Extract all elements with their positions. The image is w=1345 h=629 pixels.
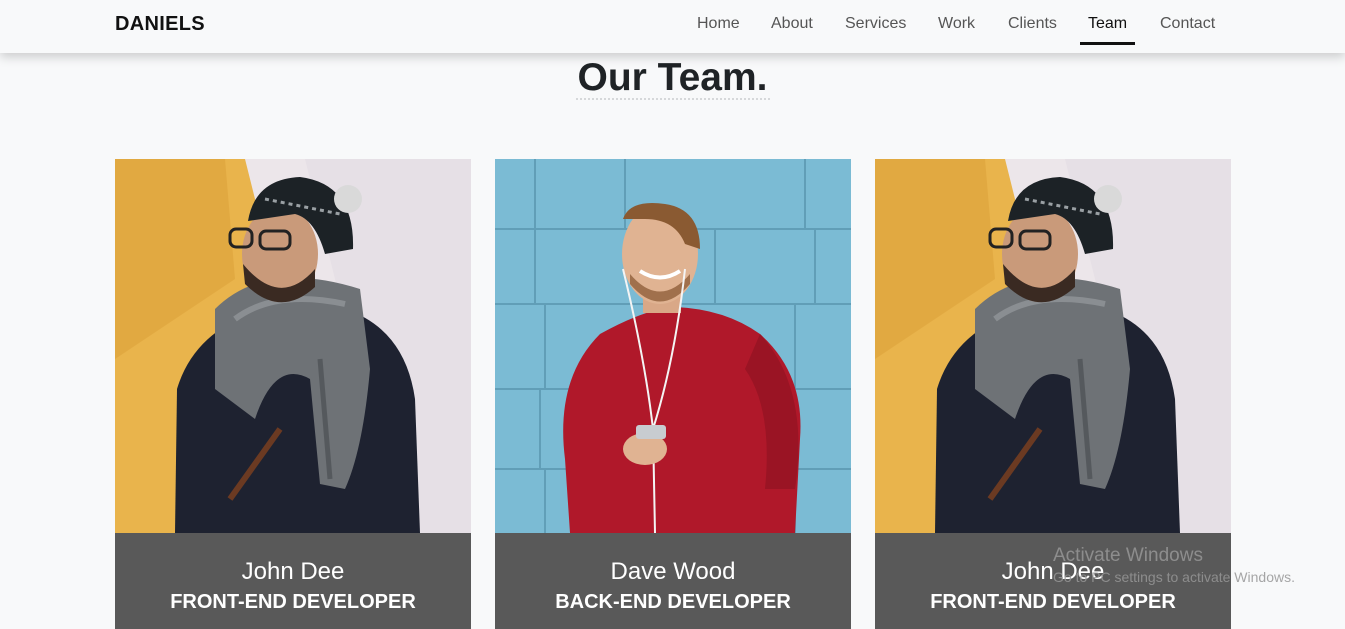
active-nav-indicator	[1080, 42, 1135, 45]
team-member-name: Dave Wood	[610, 558, 736, 585]
person-scarf-photo	[115, 159, 471, 533]
navbar: DANIELS Home About Services Work Clients…	[0, 0, 1345, 53]
team-member-role: BACK-END DEVELOPER	[555, 591, 791, 613]
nav-link-team[interactable]: Team	[1088, 15, 1127, 33]
team-member-name: John Dee	[1001, 558, 1105, 585]
nav-link-services[interactable]: Services	[845, 15, 906, 33]
person-red-sweater-photo	[495, 159, 851, 533]
team-card-caption: John Dee FRONT-END DEVELOPER	[875, 533, 1231, 629]
team-member-photo	[495, 159, 851, 533]
person-scarf-photo	[875, 159, 1231, 533]
nav-link-clients[interactable]: Clients	[1008, 15, 1057, 33]
team-member-photo	[115, 159, 471, 533]
nav-link-work[interactable]: Work	[938, 15, 975, 33]
title-underline	[576, 98, 770, 100]
team-card-3[interactable]: John Dee FRONT-END DEVELOPER	[875, 159, 1231, 629]
team-member-photo	[875, 159, 1231, 533]
team-card-caption: Dave Wood BACK-END DEVELOPER	[495, 533, 851, 629]
team-member-role: FRONT-END DEVELOPER	[930, 591, 1176, 613]
team-card-1[interactable]: John Dee FRONT-END DEVELOPER	[115, 159, 471, 629]
team-member-name: John Dee	[241, 558, 345, 585]
nav-link-home[interactable]: Home	[697, 15, 740, 33]
section-title: Our Team.	[577, 56, 768, 99]
team-card-2[interactable]: Dave Wood BACK-END DEVELOPER	[495, 159, 851, 629]
team-member-role: FRONT-END DEVELOPER	[170, 591, 416, 613]
nav-link-contact[interactable]: Contact	[1160, 15, 1215, 33]
brand-logo[interactable]: DANIELS	[115, 13, 205, 36]
team-card-caption: John Dee FRONT-END DEVELOPER	[115, 533, 471, 629]
nav-link-about[interactable]: About	[771, 15, 813, 33]
